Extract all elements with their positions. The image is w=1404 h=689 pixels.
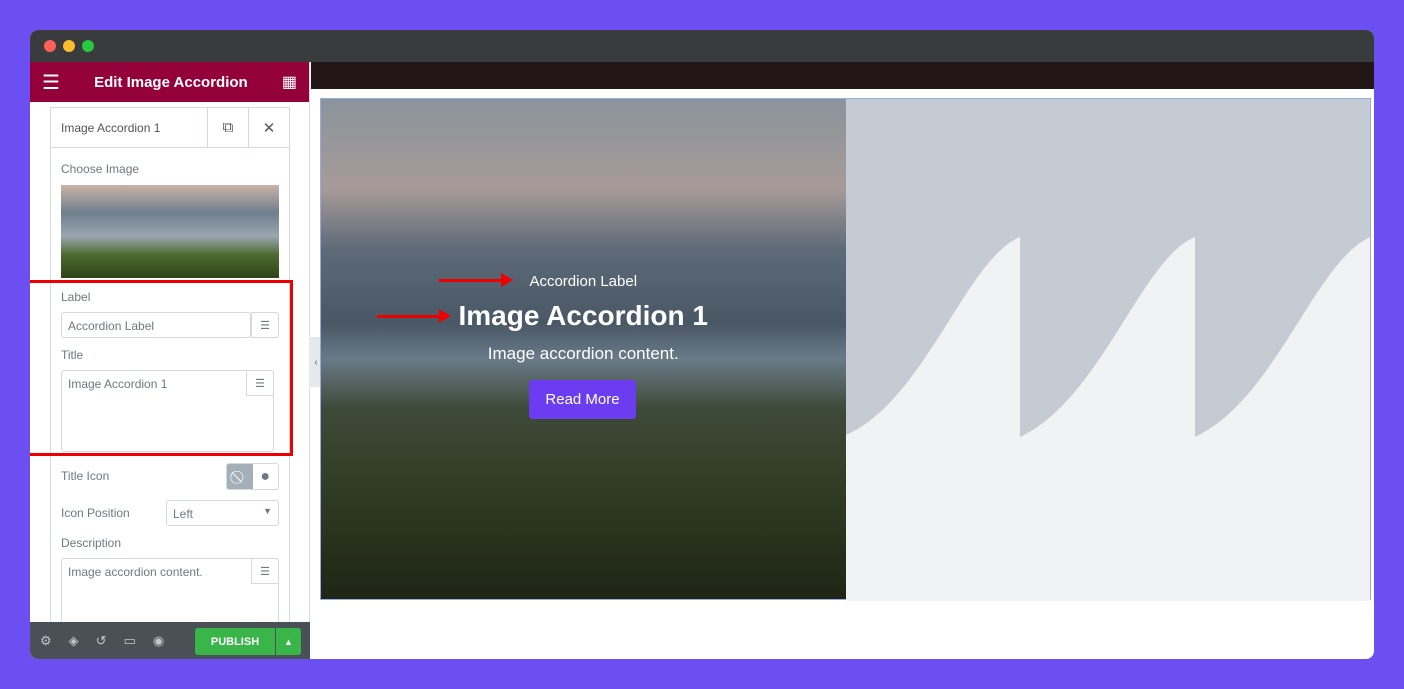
- description-label: Description: [61, 536, 122, 550]
- dynamic-tags-icon[interactable]: ☰: [251, 558, 279, 584]
- hamburger-menu-icon[interactable]: ☰: [42, 70, 60, 95]
- panel-footer: ⚙ ◈ ↺ ▭ ◉ PUBLISH ▲: [30, 622, 310, 659]
- publish-button[interactable]: PUBLISH: [195, 628, 275, 655]
- close-icon[interactable]: ✕: [248, 108, 289, 147]
- publish-options-button[interactable]: ▲: [276, 628, 301, 655]
- chevron-down-icon: ▼: [263, 506, 272, 516]
- arrow-annotation: [439, 273, 513, 287]
- choose-image-label: Choose Image: [61, 162, 140, 176]
- title-icon-label: Title Icon: [61, 469, 110, 483]
- preview-eye-icon[interactable]: ◉: [153, 633, 164, 649]
- title-bar: [30, 30, 1374, 62]
- highlight-box: [30, 280, 293, 456]
- image-accordion-widget: Accordion Label Image Accordion 1 Image …: [320, 98, 1371, 601]
- arrow-annotation: [377, 309, 451, 323]
- navigator-layers-icon[interactable]: ◈: [69, 633, 79, 649]
- icon-position-label: Icon Position: [61, 506, 130, 520]
- close-window-button[interactable]: [44, 40, 56, 52]
- widgets-grid-icon[interactable]: ▦: [282, 72, 297, 92]
- preview-canvas: Accordion Label Image Accordion 1 Image …: [311, 62, 1374, 659]
- image-thumbnail[interactable]: [61, 185, 279, 278]
- panel-title: Edit Image Accordion: [94, 73, 248, 91]
- accordion-label: Accordion Label: [529, 273, 638, 290]
- accordion-content: Image accordion content.: [487, 344, 679, 363]
- icon-position-select[interactable]: Left ▼: [166, 500, 279, 526]
- accordion-item-image[interactable]: Accordion Label Image Accordion 1 Image …: [321, 99, 846, 599]
- editor-panel: ☰ Edit Image Accordion ▦ Image Accordion…: [30, 62, 323, 659]
- app-window: ☰ Edit Image Accordion ▦ Image Accordion…: [30, 30, 1374, 659]
- maximize-window-button[interactable]: [82, 40, 94, 52]
- header-image-strip: [311, 62, 1374, 89]
- duplicate-icon[interactable]: ⧉: [207, 108, 248, 147]
- settings-icon[interactable]: ⚙: [40, 633, 52, 649]
- panel-header: ☰ Edit Image Accordion ▦: [30, 62, 309, 102]
- minimize-window-button[interactable]: [63, 40, 75, 52]
- no-icon-toggle[interactable]: ⃠: [227, 464, 253, 489]
- placeholder-waves: [845, 99, 1370, 601]
- item-title[interactable]: Image Accordion 1: [51, 108, 207, 147]
- responsive-mode-icon[interactable]: ▭: [124, 633, 136, 649]
- read-more-button[interactable]: Read More: [529, 380, 636, 419]
- icon-toggle[interactable]: ●: [253, 464, 279, 489]
- history-icon[interactable]: ↺: [96, 633, 107, 649]
